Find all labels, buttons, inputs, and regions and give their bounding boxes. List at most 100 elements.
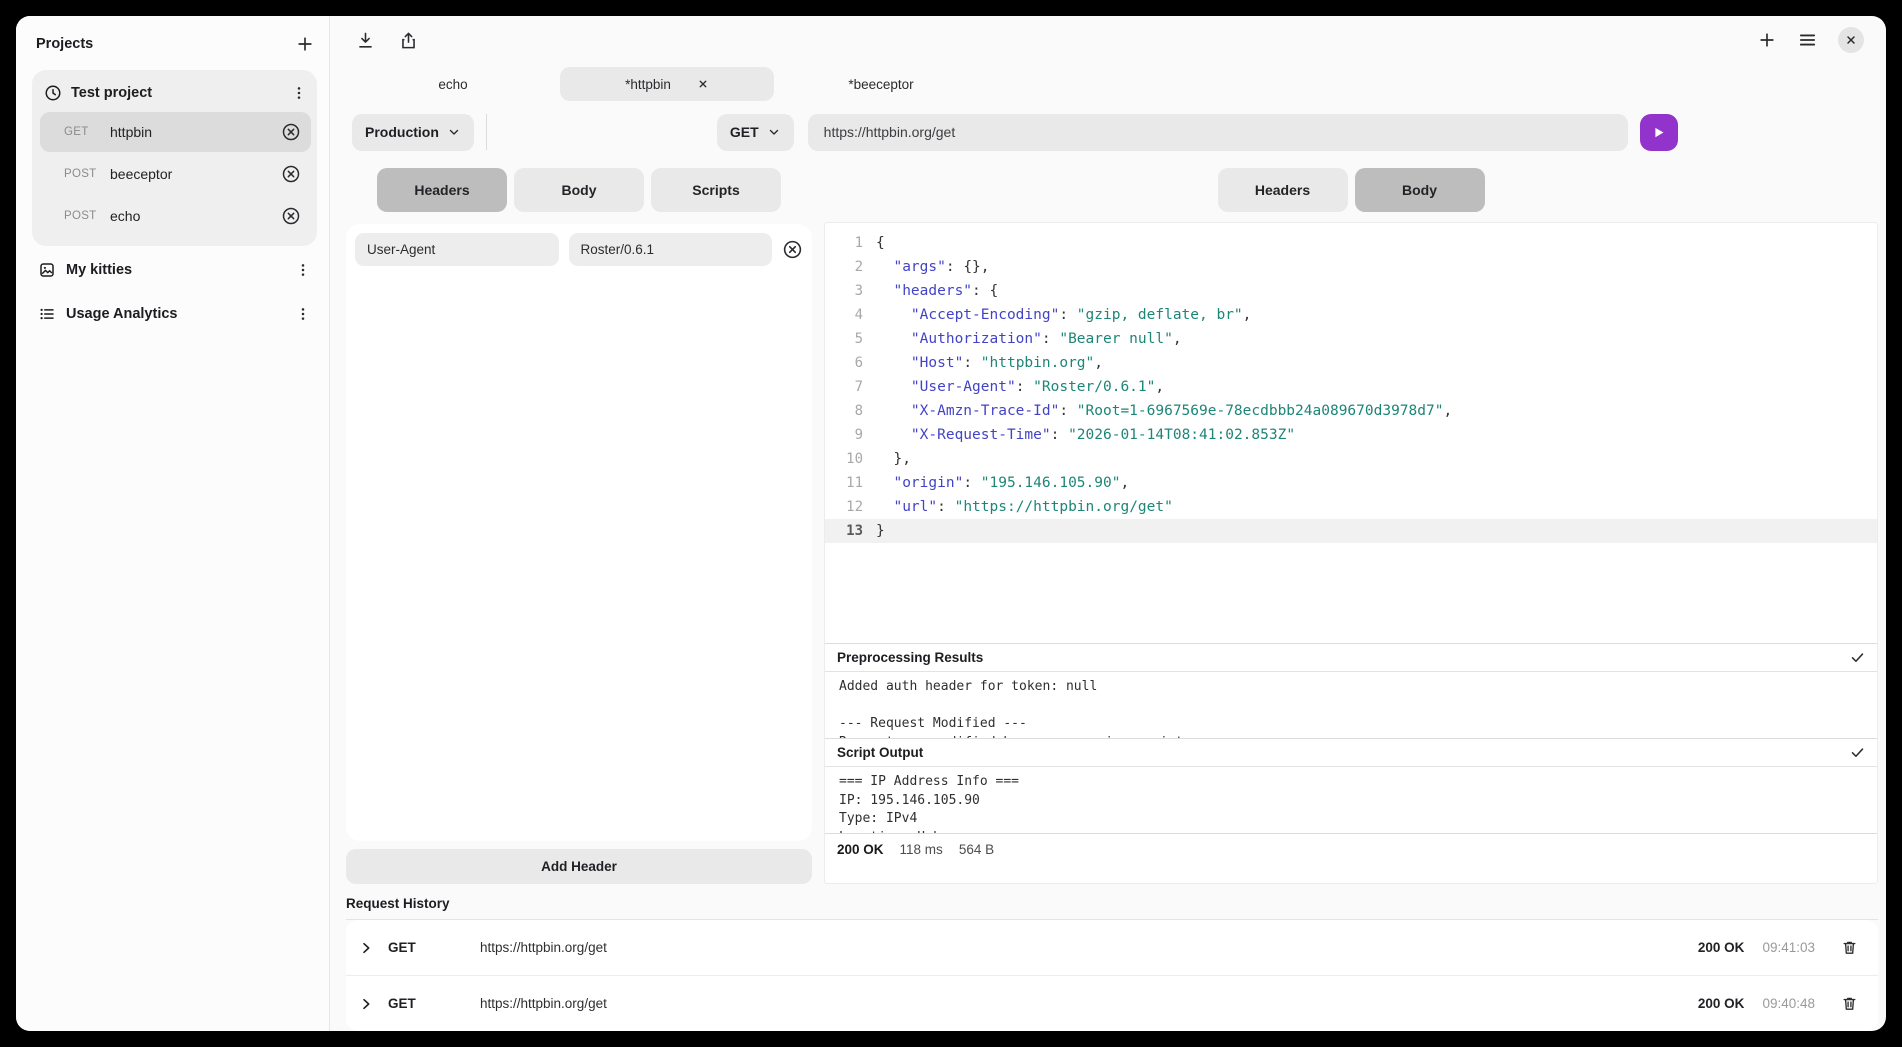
line-text: "Authorization": "Bearer null", <box>876 327 1182 351</box>
share-icon[interactable] <box>399 31 418 50</box>
status-code: 200 OK <box>837 842 884 857</box>
request-tab-headers[interactable]: Headers <box>377 168 507 212</box>
code-line: 13} <box>825 519 1877 543</box>
line-number: 5 <box>825 327 876 351</box>
line-number: 1 <box>825 231 876 255</box>
project-group-header[interactable]: Test project <box>40 80 311 110</box>
preprocessing-title: Preprocessing Results <box>837 650 983 665</box>
tab-beeceptor[interactable]: *beeceptor <box>774 67 988 101</box>
download-icon[interactable] <box>356 31 375 50</box>
response-tab-body[interactable]: Body <box>1355 168 1485 212</box>
code-line: 9 "X-Request-Time": "2026-01-14T08:41:02… <box>825 423 1877 447</box>
close-icon <box>697 78 709 90</box>
request-panel: HeadersBodyScripts Add Header <box>346 168 812 884</box>
response-panel-tabs: HeadersBody <box>824 168 1878 212</box>
check-icon <box>1850 650 1865 665</box>
line-number: 7 <box>825 375 876 399</box>
line-text: "X-Amzn-Trace-Id": "Root=1-6967569e-78ec… <box>876 399 1452 423</box>
project-group: Test project GEThttpbinPOSTbeeceptorPOST… <box>32 70 317 246</box>
remove-request-button[interactable] <box>281 206 301 226</box>
history-row[interactable]: GEThttps://httpbin.org/get200 OK09:40:48 <box>346 976 1878 1031</box>
line-number: 4 <box>825 303 876 327</box>
menu-icon[interactable] <box>1797 30 1818 50</box>
trash-icon <box>1841 995 1858 1012</box>
header-row <box>355 233 803 266</box>
sidebar-item-echo[interactable]: POSTecho <box>40 196 311 236</box>
code-line: 12 "url": "https://httpbin.org/get" <box>825 495 1877 519</box>
request-name-label: httpbin <box>110 124 281 140</box>
remove-request-button[interactable] <box>281 122 301 142</box>
line-number: 13 <box>825 519 876 543</box>
script-output-section: Script Output === IP Address Info ===IP:… <box>825 738 1877 833</box>
preprocessing-output: Added auth header for token: null --- Re… <box>825 672 1877 738</box>
history-row[interactable]: GEThttps://httpbin.org/get200 OK09:41:03 <box>346 920 1878 976</box>
chevron-right-icon <box>358 940 374 956</box>
tab-echo[interactable]: echo <box>346 67 560 101</box>
request-history: Request History GEThttps://httpbin.org/g… <box>346 894 1878 1031</box>
code-line: 2 "args": {}, <box>825 255 1877 279</box>
request-name-label: beeceptor <box>110 166 281 182</box>
sidebar-item-usage-analytics[interactable]: Usage Analytics <box>32 294 317 334</box>
line-number: 6 <box>825 351 876 375</box>
line-number: 10 <box>825 447 876 471</box>
code-line: 5 "Authorization": "Bearer null", <box>825 327 1877 351</box>
line-text: "origin": "195.146.105.90", <box>876 471 1129 495</box>
code-line: 6 "Host": "httpbin.org", <box>825 351 1877 375</box>
code-line: 3 "headers": { <box>825 279 1877 303</box>
code-line: 8 "X-Amzn-Trace-Id": "Root=1-6967569e-78… <box>825 399 1877 423</box>
output-line: Added auth header for token: null <box>839 678 1877 697</box>
sidebar-title: Projects <box>36 36 93 52</box>
request-name-label: echo <box>110 208 281 224</box>
header-name-input[interactable] <box>355 233 559 266</box>
line-number: 3 <box>825 279 876 303</box>
response-tab-headers[interactable]: Headers <box>1218 168 1348 212</box>
response-size: 564 B <box>959 842 994 857</box>
line-number: 9 <box>825 423 876 447</box>
code-line: 4 "Accept-Encoding": "gzip, deflate, br"… <box>825 303 1877 327</box>
sidebar-link-label: Usage Analytics <box>66 306 295 322</box>
header-value-input[interactable] <box>569 233 773 266</box>
response-panel: HeadersBody 1{2 "args": {},3 "headers": … <box>824 168 1878 884</box>
output-line: === IP Address Info === <box>839 773 1877 792</box>
remove-request-button[interactable] <box>281 164 301 184</box>
history-status: 200 OK <box>1698 940 1745 955</box>
output-line: --- Request Modified --- <box>839 715 1877 734</box>
line-text: } <box>876 519 885 543</box>
sidebar-item-beeceptor[interactable]: POSTbeeceptor <box>40 154 311 194</box>
sidebar-item-httpbin[interactable]: GEThttpbin <box>40 112 311 152</box>
tab-httpbin[interactable]: *httpbin <box>560 67 774 101</box>
add-header-button[interactable]: Add Header <box>346 849 812 884</box>
plus-icon <box>295 34 315 54</box>
toolbar <box>330 16 1886 64</box>
check-icon <box>1850 745 1865 760</box>
analytics-icon <box>38 305 56 323</box>
kebab-menu-icon[interactable] <box>291 84 307 102</box>
response-code-editor[interactable]: 1{2 "args": {},3 "headers": {4 "Accept-E… <box>825 223 1877 643</box>
sidebar: Projects Test project GEThttpbinPOSTbeec… <box>16 16 330 1031</box>
method-dropdown[interactable]: GET <box>717 114 794 151</box>
delete-history-button[interactable] <box>1841 939 1858 956</box>
history-url: https://httpbin.org/get <box>480 996 1698 1011</box>
add-project-button[interactable] <box>295 34 315 54</box>
request-tab-body[interactable]: Body <box>514 168 644 212</box>
close-tab-button[interactable] <box>697 78 709 90</box>
delete-history-button[interactable] <box>1841 995 1858 1012</box>
trash-icon <box>1841 939 1858 956</box>
output-line <box>839 697 1877 716</box>
clock-icon <box>44 84 62 102</box>
close-window-button[interactable] <box>1838 27 1864 53</box>
send-button[interactable] <box>1640 114 1678 151</box>
request-history-list: GEThttps://httpbin.org/get200 OK09:41:03… <box>346 920 1878 1031</box>
output-line: IP: 195.146.105.90 <box>839 792 1877 811</box>
new-tab-icon[interactable] <box>1757 30 1777 50</box>
preprocessing-section: Preprocessing Results Added auth header … <box>825 643 1877 738</box>
environment-dropdown[interactable]: Production <box>352 114 474 151</box>
line-number: 11 <box>825 471 876 495</box>
line-text: "Accept-Encoding": "gzip, deflate, br", <box>876 303 1251 327</box>
history-method: GET <box>388 996 440 1011</box>
play-icon <box>1651 125 1666 140</box>
remove-header-button[interactable] <box>782 239 803 260</box>
url-input[interactable] <box>808 114 1628 151</box>
sidebar-item-my-kitties[interactable]: My kitties <box>32 250 317 290</box>
request-tab-scripts[interactable]: Scripts <box>651 168 781 212</box>
